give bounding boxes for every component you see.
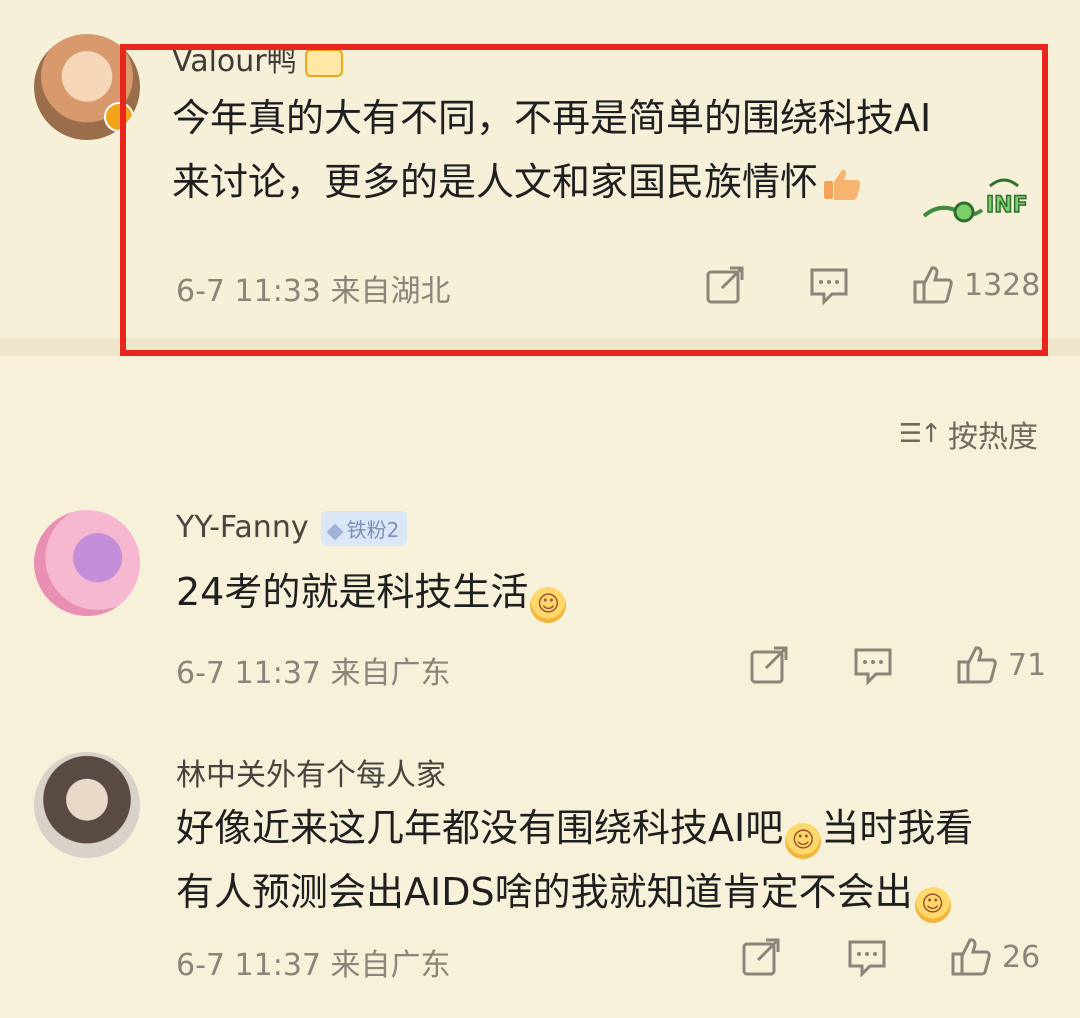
fan-badge-label: 铁粉2: [346, 518, 400, 542]
comment-line-1: 好像近来这几年都没有围绕科技AI吧: [176, 806, 784, 850]
share-button[interactable]: [740, 936, 782, 978]
fan-badge: 铁粉2: [320, 511, 408, 546]
comment-icon: [854, 648, 892, 686]
username[interactable]: 林中关外有个每人家: [176, 750, 446, 794]
comment-meta: 6-7 11:37 来自广东: [176, 648, 451, 692]
username-label[interactable]: YY-Fanny: [176, 510, 309, 545]
share-button[interactable]: [748, 644, 790, 686]
username[interactable]: YY-Fanny 铁粉2: [176, 510, 408, 546]
comment-line-2: 有人预测会出AIDS啥的我就知道肯定不会出: [176, 870, 913, 914]
laugh-cry-emoji-icon: ☺: [914, 887, 951, 923]
comment-text: 好像近来这几年都没有围绕科技AI吧 ☺ 当时我看 有人预测会出AIDS啥的我就知道肯…: [176, 796, 1056, 924]
timestamp: 6-7 11:37: [176, 656, 321, 691]
sort-icon: ☰↑: [898, 419, 942, 449]
sweat-emoji-icon: ☺: [530, 587, 567, 623]
sort-toggle[interactable]: ☰↑ 按热度: [899, 412, 1038, 456]
like-button[interactable]: 71: [956, 644, 1046, 686]
reply-button[interactable]: [846, 936, 888, 978]
username-label[interactable]: 林中关外有个每人家: [176, 758, 446, 793]
highlight-box: [120, 44, 1048, 356]
comment-line-1: 24考的就是科技生活: [176, 570, 529, 614]
comment-icon: [848, 940, 886, 978]
like-count: 71: [1008, 647, 1047, 683]
share-icon: [742, 938, 780, 976]
avatar[interactable]: [34, 752, 140, 858]
comment-meta: 6-7 11:37 来自广东: [176, 940, 451, 984]
share-icon: [750, 646, 788, 684]
comment-text: 24考的就是科技生活 ☺: [176, 560, 567, 624]
timestamp: 6-7 11:37: [176, 948, 321, 983]
laugh-cry-emoji-icon: ☺: [785, 823, 822, 859]
avatar[interactable]: [34, 510, 140, 616]
like-button[interactable]: 26: [950, 936, 1040, 978]
comment-line-1b: 当时我看: [821, 806, 974, 850]
reply-button[interactable]: [852, 644, 894, 686]
thumbs-up-icon: [957, 646, 997, 684]
location: 来自广东: [330, 656, 451, 691]
diamond-icon: [326, 523, 344, 540]
sort-label: 按热度: [948, 420, 1038, 455]
thumbs-up-icon: [951, 938, 991, 976]
location: 来自广东: [330, 948, 451, 983]
like-count: 26: [1002, 939, 1041, 975]
